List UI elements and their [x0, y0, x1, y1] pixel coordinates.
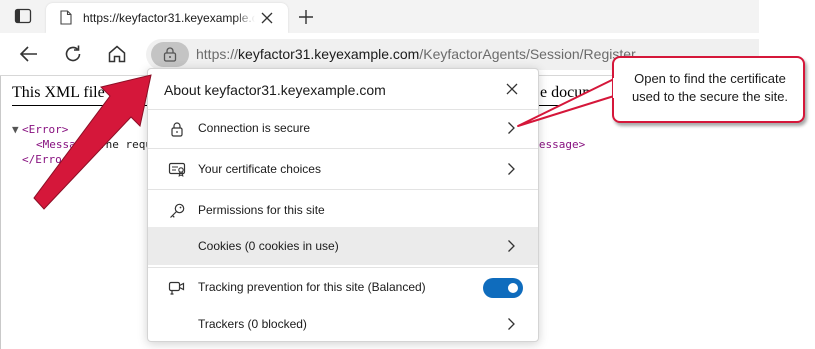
certificate-choices-label: Your certificate choices — [198, 162, 321, 176]
plus-icon[interactable] — [297, 8, 315, 26]
xml-error-close: </Error> — [22, 153, 75, 166]
url-path: /KeyfactorAgents/Session/Register — [419, 46, 636, 62]
home-icon[interactable] — [105, 42, 129, 66]
callout-tail-join — [613, 78, 616, 98]
tracking-prevention-row[interactable]: Tracking prevention for this site (Balan… — [148, 268, 538, 306]
callout-text: Open to find the certificate used to the… — [631, 71, 789, 104]
xml-message-open: <Message> — [36, 138, 96, 151]
flyout-divider — [148, 148, 538, 149]
permissions-label: Permissions for this site — [198, 203, 325, 217]
url-host: keyfactor31.keyexample.com — [238, 46, 420, 62]
lock-icon — [163, 47, 177, 62]
lock-icon — [168, 120, 186, 138]
flyout-divider — [148, 189, 538, 190]
tab-title: https://keyfactor31.keyexample.com/Keyfa… — [83, 11, 255, 25]
back-arrow-icon[interactable] — [17, 42, 41, 66]
tracking-prevention-toggle[interactable] — [483, 278, 523, 298]
trackers-row[interactable]: Trackers (0 blocked) — [148, 305, 538, 343]
tab-actions-icon[interactable] — [14, 8, 32, 24]
certificate-choices-row[interactable]: Your certificate choices — [148, 150, 538, 188]
key-icon — [168, 202, 186, 220]
site-info-button[interactable] — [151, 42, 189, 67]
chevron-right-icon — [506, 162, 516, 176]
flyout-title: About keyfactor31.keyexample.com — [164, 82, 386, 98]
browser-tab[interactable]: https://keyfactor31.keyexample.com/Keyfa… — [46, 3, 288, 33]
chevron-right-icon — [506, 121, 516, 135]
url-text: https://keyfactor31.keyexample.com/Keyfa… — [196, 46, 636, 62]
cookies-label: Cookies (0 cookies in use) — [198, 239, 339, 253]
connection-secure-label: Connection is secure — [198, 121, 311, 135]
toggle-knob — [508, 283, 518, 293]
chevron-right-icon — [506, 239, 516, 253]
tracking-camera-icon — [168, 279, 186, 297]
connection-secure-row[interactable]: Connection is secure — [148, 109, 538, 147]
tracking-prevention-label: Tracking prevention for this site (Balan… — [198, 280, 426, 294]
site-info-flyout: About keyfactor31.keyexample.com Connect… — [147, 68, 539, 342]
url-protocol: https:// — [196, 46, 239, 62]
annotation-callout: Open to find the certificate used to the… — [612, 56, 805, 123]
xml-toggle[interactable]: ▼ — [12, 123, 19, 136]
refresh-icon[interactable] — [61, 42, 85, 66]
chevron-right-icon — [506, 317, 516, 331]
trackers-label: Trackers (0 blocked) — [198, 317, 307, 331]
cookies-row[interactable]: Cookies (0 cookies in use) — [148, 227, 538, 265]
certificate-icon — [168, 161, 186, 179]
close-icon[interactable] — [504, 81, 520, 97]
close-icon[interactable] — [260, 11, 274, 25]
xml-notice: This XML file does not appear to have an… — [12, 84, 152, 101]
page-icon — [60, 10, 72, 25]
permissions-row[interactable]: Permissions for this site — [148, 191, 538, 229]
tab-strip: https://keyfactor31.keyexample.com/Keyfa… — [0, 0, 759, 33]
xml-error-open: <Error> — [22, 123, 69, 136]
